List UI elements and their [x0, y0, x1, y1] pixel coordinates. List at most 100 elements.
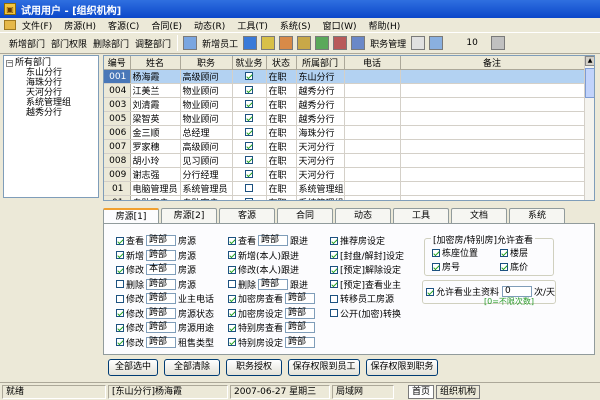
biz-checkbox[interactable]	[245, 128, 253, 136]
tab-house-1[interactable]: 房源[1]	[103, 208, 159, 224]
cell-id[interactable]: 003	[104, 97, 131, 112]
checkbox[interactable]	[228, 265, 236, 274]
checkbox[interactable]	[330, 236, 338, 245]
cell-name[interactable]: 谢志强	[130, 167, 181, 182]
cell-phone[interactable]	[344, 181, 401, 196]
cell-id[interactable]: 005	[104, 111, 131, 126]
cell-title[interactable]: 高级顾问	[180, 139, 233, 154]
checkbox[interactable]	[228, 309, 236, 317]
cell-note[interactable]	[400, 153, 585, 168]
cell-title[interactable]: 物业顾问	[180, 83, 233, 98]
dept-perm-button[interactable]: 部门权限	[48, 35, 90, 52]
checkbox[interactable]	[330, 309, 338, 317]
cell-id[interactable]: 01	[104, 195, 131, 200]
perm-item[interactable]: 转移员工房源	[330, 292, 394, 305]
checkbox[interactable]	[432, 262, 440, 271]
cell-status[interactable]: 在职	[266, 97, 297, 112]
cell-name[interactable]: 江美兰	[130, 83, 181, 98]
cell-status[interactable]: 在职	[266, 69, 297, 84]
perm-item[interactable]: 房号	[432, 260, 460, 273]
cell-phone[interactable]	[344, 97, 401, 112]
biz-checkbox[interactable]	[245, 156, 253, 164]
table-row[interactable]: 009 谢志强 分行经理 在职 天河分行	[104, 167, 585, 182]
perm-item[interactable]: 查看 跨部 跟进	[228, 234, 308, 247]
checkbox[interactable]	[228, 236, 236, 245]
scope-select[interactable]: 跨部	[146, 307, 177, 319]
biz-checkbox[interactable]	[245, 198, 253, 200]
cell-id[interactable]: 009	[104, 167, 131, 182]
cell-id[interactable]: 004	[104, 83, 131, 98]
checkbox[interactable]	[500, 262, 508, 271]
menu-tools[interactable]: 工具(T)	[231, 19, 274, 32]
cell-note[interactable]	[400, 69, 585, 84]
zoom-level[interactable]: 10	[455, 36, 489, 50]
perm-item[interactable]: 栋座位置	[432, 246, 478, 259]
perm-item[interactable]: 底价	[500, 260, 528, 273]
col-header-title[interactable]: 职务	[180, 56, 233, 70]
perm-item[interactable]: 修改 跨部 业主电话	[116, 292, 214, 305]
cell-status[interactable]: 在职	[266, 83, 297, 98]
cell-dept[interactable]: 越秀分行	[296, 97, 345, 112]
checkbox[interactable]	[228, 338, 236, 346]
cell-id[interactable]: 006	[104, 125, 131, 140]
col-header-id[interactable]: 编号	[104, 56, 131, 70]
tab-activity[interactable]: 动态	[335, 208, 391, 223]
cell-note[interactable]	[400, 181, 585, 196]
app-menu-icon[interactable]	[4, 20, 16, 30]
perm-item[interactable]: 新增 跨部 房源	[116, 249, 196, 262]
perm-item[interactable]: 查看 跨部 房源	[116, 234, 196, 247]
cell-biz[interactable]	[232, 167, 267, 182]
table-row[interactable]: 001 杨海霞 高级顾问 在职 东山分行	[104, 69, 585, 84]
tree-item[interactable]: 东山分行	[6, 68, 96, 78]
menu-system[interactable]: 系统(S)	[274, 19, 317, 32]
cell-dept[interactable]: 海珠分行	[296, 125, 345, 140]
checkbox[interactable]	[116, 323, 124, 332]
cell-dept[interactable]: 越秀分行	[296, 111, 345, 126]
scope-select[interactable]: 跨部	[258, 235, 289, 246]
checkbox[interactable]	[116, 338, 124, 346]
menu-contract[interactable]: 合同(E)	[145, 19, 188, 32]
cell-title[interactable]: 见习顾问	[180, 153, 233, 168]
cell-dept[interactable]: 东山分行	[296, 69, 345, 84]
cell-status[interactable]: 在职	[266, 167, 297, 182]
folder-icon[interactable]	[261, 36, 276, 50]
col-header-status[interactable]: 状态	[266, 56, 297, 70]
role-mgmt-button[interactable]: 职务管理	[367, 35, 409, 52]
perm-item[interactable]: 公开(加密)转换	[330, 307, 401, 320]
scope-select[interactable]: 跨部	[285, 322, 316, 333]
tree-item[interactable]: 系统管理组	[6, 98, 96, 108]
cell-phone[interactable]	[344, 195, 401, 200]
cell-dept[interactable]: 系统管理组	[296, 195, 345, 200]
perm-item[interactable]: 修改 跨部 房源状态	[116, 307, 214, 320]
cell-dept[interactable]: 天河分行	[296, 167, 345, 182]
cell-dept[interactable]: 系统管理组	[296, 181, 345, 196]
scope-select[interactable]: 跨部	[285, 336, 316, 348]
cell-name[interactable]: 自助客户	[130, 195, 181, 200]
checkbox[interactable]	[330, 251, 338, 259]
menu-activity[interactable]: 动态(R)	[188, 19, 231, 32]
perm-item[interactable]: 删除 跨部 房源	[116, 278, 196, 291]
tree-item[interactable]: 天河分行	[6, 88, 96, 98]
scope-select[interactable]: 跨部	[146, 235, 177, 246]
cell-note[interactable]	[400, 139, 585, 154]
cell-note[interactable]	[400, 125, 585, 140]
table-row[interactable]: 005 梁智英 物业顾问 在职 越秀分行	[104, 111, 585, 126]
tab-contract[interactable]: 合同	[277, 208, 333, 223]
perm-item[interactable]: 加密房设定 跨部	[228, 307, 317, 320]
add-dept-button[interactable]: 新增部门	[6, 35, 48, 52]
cell-status[interactable]: 在职	[266, 181, 297, 196]
cell-id[interactable]: 007	[104, 139, 131, 154]
biz-checkbox[interactable]	[245, 142, 253, 150]
perm-item[interactable]: 修改 跨部 租售类型	[116, 336, 214, 349]
role-icon[interactable]	[351, 36, 366, 50]
print-icon[interactable]	[411, 36, 426, 50]
cell-status[interactable]: 在职	[266, 195, 297, 200]
cell-phone[interactable]	[344, 69, 401, 84]
cell-name[interactable]: 杨海霞	[130, 69, 181, 84]
tab-docs[interactable]: 文档	[451, 208, 507, 223]
cell-dept[interactable]: 越秀分行	[296, 83, 345, 98]
checkbox[interactable]	[330, 265, 338, 274]
menu-file[interactable]: 文件(F)	[16, 19, 58, 32]
cell-title[interactable]: 高级顾问	[180, 69, 233, 84]
tab-client[interactable]: 客源	[219, 208, 275, 223]
